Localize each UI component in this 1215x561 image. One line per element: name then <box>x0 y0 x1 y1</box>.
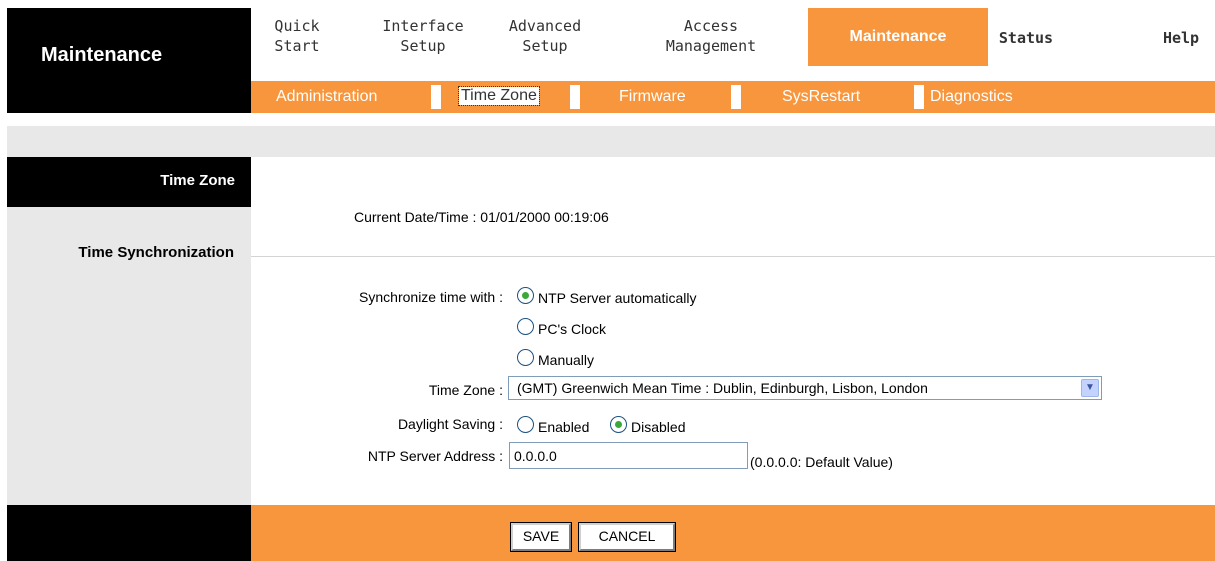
sync-pc-clock-label: PC's Clock <box>538 321 607 337</box>
nav-status-label: Status <box>998 29 1054 47</box>
timezone-label: Time Zone : <box>428 382 503 398</box>
dst-enabled-label: Enabled <box>538 419 590 435</box>
brand-title: Maintenance <box>41 44 163 66</box>
sync-ntp-label: NTP Server automatically <box>538 290 697 306</box>
ntp-address-input[interactable] <box>509 442 748 469</box>
gray-band <box>7 126 1215 157</box>
timezone-value: (GMT) Greenwich Mean Time : Dublin, Edin… <box>517 380 928 396</box>
chevron-down-icon[interactable]: ▼ <box>1081 379 1099 397</box>
subnav-diagnostics[interactable]: Diagnostics <box>930 88 1013 106</box>
subnav-separator <box>570 85 580 109</box>
subnav-separator <box>431 85 441 109</box>
subnav-separator <box>731 85 741 109</box>
dst-disabled-label: Disabled <box>631 419 686 435</box>
nav-quick-start[interactable]: Quick Start <box>272 16 322 56</box>
subnav-separator <box>914 85 924 109</box>
sync-manually-label: Manually <box>538 352 595 368</box>
main-nav: Quick Start Interface Setup Advanced Set… <box>251 8 1215 81</box>
nav-help-label: Help <box>1162 29 1200 47</box>
nav-advanced-setup[interactable]: Advanced Setup <box>495 16 595 56</box>
section-title: Time Zone <box>7 157 251 207</box>
footer-bar <box>251 505 1215 561</box>
ntp-address-label: NTP Server Address : <box>367 448 503 464</box>
section-label: Time Synchronization <box>78 244 234 261</box>
sync-pc-clock-radio[interactable] <box>517 318 534 335</box>
cancel-button[interactable]: CANCEL <box>578 522 676 552</box>
nav-maintenance[interactable]: Maintenance <box>808 8 988 66</box>
nav-status[interactable]: Status <box>986 28 1066 48</box>
save-button[interactable]: SAVE <box>510 522 572 552</box>
nav-maintenance-label: Maintenance <box>849 28 947 45</box>
sync-label: Synchronize time with : <box>359 289 503 305</box>
nav-interface-setup[interactable]: Interface Setup <box>373 16 473 56</box>
nav-advanced-setup-line2: Setup <box>522 37 568 55</box>
timezone-select[interactable]: (GMT) Greenwich Mean Time : Dublin, Edin… <box>508 376 1102 400</box>
subnav-firmware[interactable]: Firmware <box>619 88 686 106</box>
nav-help[interactable]: Help <box>1151 28 1211 48</box>
nav-quick-start-line2: Start <box>274 37 320 55</box>
subnav-administration[interactable]: Administration <box>276 88 377 106</box>
brand-block: Maintenance <box>7 8 251 113</box>
ntp-address-hint: (0.0.0.0: Default Value) <box>750 454 893 470</box>
dst-disabled-radio[interactable] <box>610 416 627 433</box>
current-datetime-label: Current Date/Time : <box>354 209 477 225</box>
sub-nav: Administration Time Zone Firmware SysRes… <box>251 81 1215 113</box>
nav-access-management-line1: Access <box>683 17 739 35</box>
sync-manually-radio[interactable] <box>517 349 534 366</box>
nav-access-management[interactable]: Access Management <box>636 16 786 56</box>
subnav-sysrestart[interactable]: SysRestart <box>782 88 860 106</box>
current-datetime: Current Date/Time : 01/01/2000 00:19:06 <box>354 209 609 225</box>
current-datetime-value: 01/01/2000 00:19:06 <box>480 209 609 225</box>
subnav-time-zone[interactable]: Time Zone <box>458 86 540 106</box>
nav-quick-start-line1: Quick <box>274 17 320 35</box>
section-divider <box>251 256 1215 257</box>
nav-access-management-line2: Management <box>665 37 757 55</box>
footer-left <box>7 505 251 561</box>
nav-advanced-setup-line1: Advanced <box>508 17 582 35</box>
sidebar-panel <box>7 157 251 505</box>
nav-interface-setup-line2: Setup <box>400 37 446 55</box>
nav-interface-setup-line1: Interface <box>382 17 464 35</box>
sync-ntp-radio[interactable] <box>517 287 534 304</box>
dst-enabled-radio[interactable] <box>517 416 534 433</box>
dst-label: Daylight Saving : <box>397 416 503 432</box>
